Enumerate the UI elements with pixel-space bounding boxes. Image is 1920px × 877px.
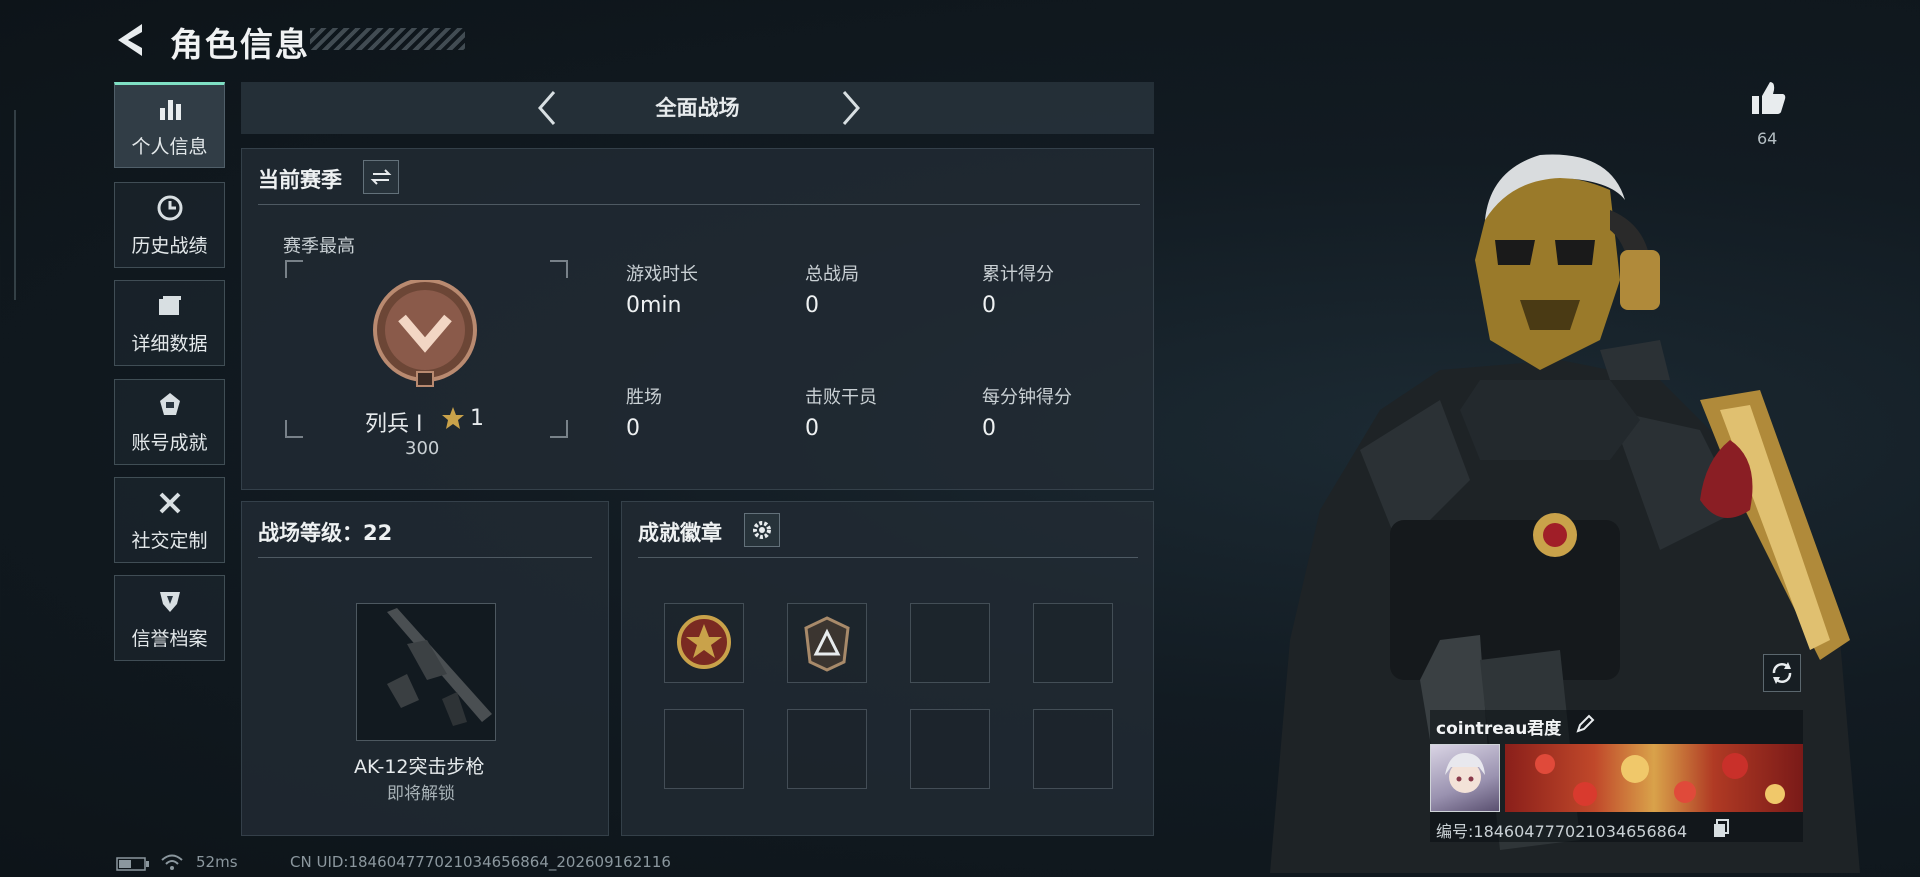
battlefield-level-title: 战场等级：22 <box>258 521 393 545</box>
like-button[interactable] <box>1748 78 1788 122</box>
thumbs-up-icon <box>1752 82 1786 114</box>
chevron-right-icon <box>842 91 860 125</box>
like-count: 64 <box>1757 129 1778 148</box>
rotate-model-button[interactable] <box>1763 654 1801 692</box>
refresh-icon <box>1772 662 1792 684</box>
sidebar-item-credit-record[interactable]: 信誉档案 <box>114 575 225 661</box>
player-name: cointreau君度 <box>1436 719 1562 739</box>
back-button[interactable] <box>112 18 152 62</box>
mode-label: 全面战场 <box>655 96 740 120</box>
copy-id-button[interactable] <box>1712 818 1730 842</box>
rank-name: 列兵 I <box>365 412 423 437</box>
badges-title: 成就徽章 <box>638 521 722 545</box>
battlefield-level-divider <box>258 557 592 558</box>
shield-icon <box>159 591 180 612</box>
bar-chart-icon <box>159 99 181 120</box>
sidebar-item-label: 个人信息 <box>131 135 208 158</box>
stat-value-total-matches: 0 <box>805 293 819 318</box>
next-mode-button[interactable] <box>830 88 870 128</box>
stat-label-score-per-minute: 每分钟得分 <box>982 387 1072 408</box>
season-title: 当前赛季 <box>258 168 342 192</box>
swap-icon <box>370 169 392 185</box>
pencil-icon <box>1576 714 1595 733</box>
rank-frame-corner <box>285 420 303 438</box>
sidebar-item-label: 详细数据 <box>131 332 208 355</box>
wifi-icon <box>160 852 184 876</box>
badge-slot-empty[interactable] <box>1033 709 1113 789</box>
name-card-banner[interactable] <box>1505 744 1803 812</box>
stat-value-wins: 0 <box>626 416 640 441</box>
rank-star-icon <box>440 405 466 435</box>
sidebar-item-label: 社交定制 <box>131 529 208 552</box>
badge-slot[interactable] <box>664 603 744 683</box>
stat-label-playtime: 游戏时长 <box>626 264 698 285</box>
stat-value-total-score: 0 <box>982 293 996 318</box>
stat-label-total-score: 累计得分 <box>982 264 1054 285</box>
weapon-name: AK-12突击步枪 <box>354 756 485 778</box>
switch-season-button[interactable] <box>363 160 399 194</box>
player-id: 编号:1846047770210346568​64 <box>1436 822 1688 841</box>
gear-icon <box>753 521 771 539</box>
sidebar-item-label: 账号成就 <box>131 431 208 454</box>
stat-label-total-matches: 总战局 <box>805 264 859 285</box>
badge-slot-empty[interactable] <box>1033 603 1113 683</box>
chevron-left-icon <box>538 91 556 125</box>
stat-value-kills: 0 <box>805 416 819 441</box>
sidebar-item-social-custom[interactable]: 社交定制 <box>114 477 225 563</box>
ping-value: 52ms <box>196 853 238 871</box>
sidebar-item-label: 历史战绩 <box>131 234 208 257</box>
clock-icon <box>157 195 182 220</box>
uid-text: CN UID:184604777021034656864_20260916211… <box>290 853 671 871</box>
rank-frame-corner <box>285 260 303 278</box>
badge-slot-empty[interactable] <box>787 709 867 789</box>
prev-mode-button[interactable] <box>528 88 568 128</box>
weapon-thumbnail[interactable] <box>356 603 496 741</box>
star-emblem-badge-icon <box>677 615 731 669</box>
frame-left-line <box>14 110 16 300</box>
sidebar-item-achievements[interactable]: 账号成就 <box>114 379 225 465</box>
medal-icon <box>159 392 180 415</box>
rifle-icon <box>387 608 492 726</box>
stat-label-wins: 胜场 <box>626 387 662 408</box>
rank-stars-count: 1 <box>470 406 484 431</box>
weapon-status: 即将解锁 <box>387 784 455 804</box>
stat-value-score-per-minute: 0 <box>982 416 996 441</box>
badge-settings-button[interactable] <box>744 513 780 547</box>
tools-icon <box>159 492 180 513</box>
rank-points: 300 <box>405 438 440 459</box>
stat-label-kills: 击败干员 <box>805 387 877 408</box>
badge-slot[interactable] <box>787 603 867 683</box>
page-title: 角色信息 <box>170 25 310 64</box>
rank-emblem <box>370 278 480 394</box>
season-best-label: 赛季最高 <box>283 236 355 257</box>
rank-frame-corner <box>550 260 568 278</box>
triangle-shield-badge-icon <box>804 616 850 672</box>
badge-slot-empty[interactable] <box>910 603 990 683</box>
badge-slot-empty[interactable] <box>910 709 990 789</box>
header-stripe-decoration <box>310 28 465 50</box>
edit-name-button[interactable] <box>1574 713 1596 739</box>
rank-chevron-icon <box>373 278 477 387</box>
copy-icon <box>1714 819 1729 837</box>
folder-icon <box>158 295 181 315</box>
anime-avatar-illustration <box>1445 753 1485 793</box>
rank-frame-corner <box>550 420 568 438</box>
badges-divider <box>638 557 1138 558</box>
battery-icon <box>116 856 150 875</box>
badge-slot-empty[interactable] <box>664 709 744 789</box>
sidebar-item-label: 信誉档案 <box>131 627 208 650</box>
sidebar-item-history[interactable]: 历史战绩 <box>114 182 225 268</box>
sidebar-item-detailed-data[interactable]: 详细数据 <box>114 280 225 366</box>
avatar[interactable] <box>1430 744 1500 812</box>
sidebar-item-personal-info[interactable]: 个人信息 <box>114 82 225 168</box>
stat-value-playtime: 0min <box>626 293 682 318</box>
floral-banner-pattern <box>1535 753 1785 806</box>
back-arrow-icon <box>118 24 142 56</box>
season-divider <box>258 204 1140 205</box>
